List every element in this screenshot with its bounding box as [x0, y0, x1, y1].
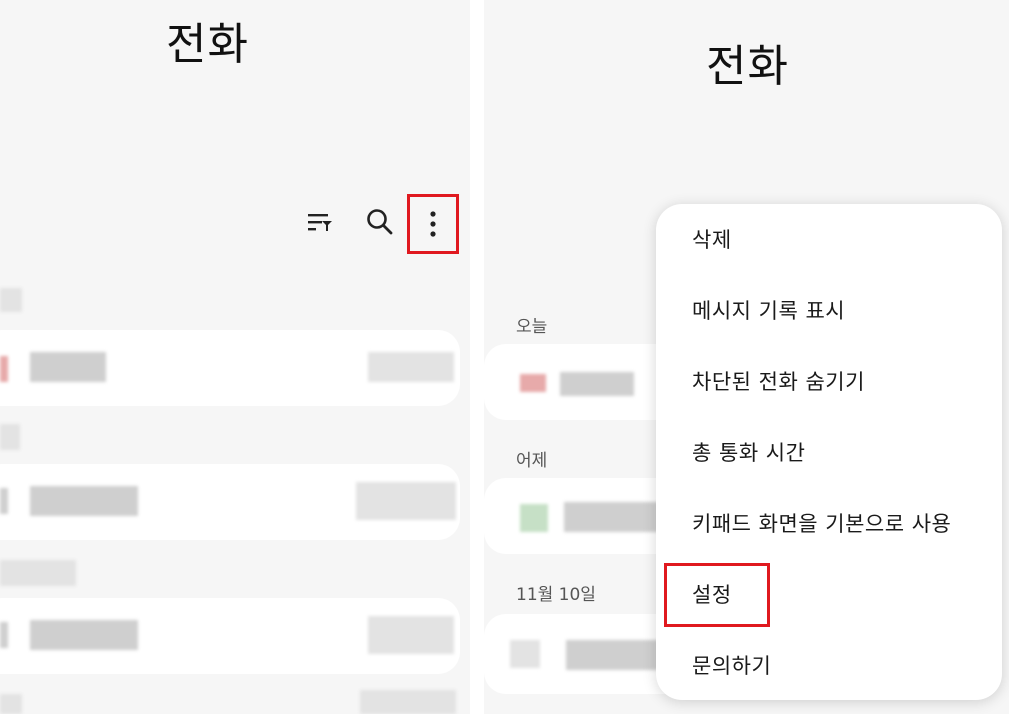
menu-item-hide-blocked-calls[interactable]: 차단된 전화 숨기기: [656, 346, 1002, 416]
blurred-avatar: [0, 622, 8, 648]
menu-item-keypad-default[interactable]: 키패드 화면을 기본으로 사용: [656, 488, 1002, 558]
blurred-avatar: [0, 488, 8, 514]
blurred-section-label: [0, 560, 76, 586]
search-icon[interactable]: [362, 204, 398, 240]
phone-app-screen-right: 전화 오늘 어제 11월 10일 삭제 메시지 기록 표시 차단된 전화 숨기기…: [484, 0, 1009, 714]
section-label-nov-10: 11월 10일: [516, 585, 596, 605]
more-options-icon[interactable]: [407, 194, 459, 254]
menu-item-label: 차단된 전화 숨기기: [692, 370, 865, 394]
menu-item-label: 총 통화 시간: [692, 441, 806, 465]
menu-item-label: 문의하기: [692, 654, 772, 678]
menu-item-delete[interactable]: 삭제: [656, 204, 1002, 274]
page-title: 전화: [166, 19, 249, 70]
blurred-contact-name: [564, 502, 664, 532]
blurred-section-label: [0, 694, 22, 714]
menu-item-show-message-history[interactable]: 메시지 기록 표시: [656, 275, 1002, 345]
section-label-yesterday: 어제: [516, 451, 548, 471]
phone-app-screen-left: 전화: [0, 0, 470, 714]
blurred-contact-name: [30, 486, 138, 516]
blurred-avatar: [0, 356, 8, 382]
blurred-contact-name: [560, 372, 634, 396]
blurred-call-time: [368, 352, 454, 382]
blurred-section-label: [0, 288, 22, 312]
blurred-avatar: [510, 640, 540, 668]
blurred-call-time: [360, 690, 456, 714]
blurred-section-label: [0, 424, 20, 450]
overflow-menu: 삭제 메시지 기록 표시 차단된 전화 숨기기 총 통화 시간 키패드 화면을 …: [656, 204, 1002, 700]
filter-sort-icon[interactable]: [304, 206, 336, 238]
menu-item-total-call-time[interactable]: 총 통화 시간: [656, 417, 1002, 487]
settings-highlight-box: [664, 563, 770, 627]
blurred-call-time: [368, 616, 454, 654]
blurred-contact-name: [30, 620, 138, 650]
blurred-contact-name: [30, 352, 106, 382]
blurred-avatar: [520, 374, 546, 392]
menu-item-label: 메시지 기록 표시: [692, 299, 846, 323]
section-label-today: 오늘: [516, 317, 548, 337]
menu-item-label: 키패드 화면을 기본으로 사용: [692, 512, 952, 536]
menu-item-contact-us[interactable]: 문의하기: [656, 630, 1002, 700]
blurred-call-time: [356, 482, 456, 520]
blurred-contact-name: [566, 640, 662, 670]
menu-item-label: 삭제: [692, 228, 732, 252]
page-title: 전화: [706, 41, 789, 92]
blurred-avatar: [520, 504, 548, 532]
